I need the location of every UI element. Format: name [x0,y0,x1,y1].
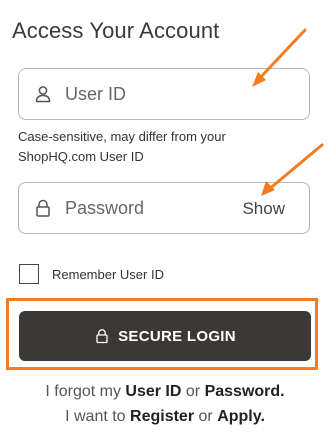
user-id-hint: Case-sensitive, may differ from your Sho… [18,129,226,164]
user-id-input[interactable] [65,81,245,107]
or-text: or [185,383,201,400]
user-id-field[interactable] [18,68,310,120]
remember-user-id[interactable]: Remember User ID [19,264,164,284]
password-input[interactable] [65,195,245,221]
register-links: I want to Register or Apply. [0,408,330,426]
forgot-prefix: I forgot my [45,383,121,400]
register-link[interactable]: Register [130,408,194,425]
secure-login-label: SECURE LOGIN [118,327,236,345]
want-prefix: I want to [65,408,126,425]
apply-link[interactable]: Apply. [217,408,265,425]
lock-icon [96,329,108,344]
remember-label: Remember User ID [52,266,164,282]
user-icon [35,86,51,103]
or-text: or [198,408,213,425]
secure-login-button[interactable]: SECURE LOGIN [19,311,311,361]
lock-icon [36,199,50,217]
remember-checkbox[interactable] [19,264,39,284]
forgot-password-link[interactable]: Password. [205,383,285,400]
password-field[interactable]: Show [18,182,310,234]
forgot-user-id-link[interactable]: User ID [125,383,181,400]
show-password-toggle[interactable]: Show [242,199,285,219]
page-title: Access Your Account [12,18,220,43]
forgot-links: I forgot my User ID or Password. [0,383,330,401]
